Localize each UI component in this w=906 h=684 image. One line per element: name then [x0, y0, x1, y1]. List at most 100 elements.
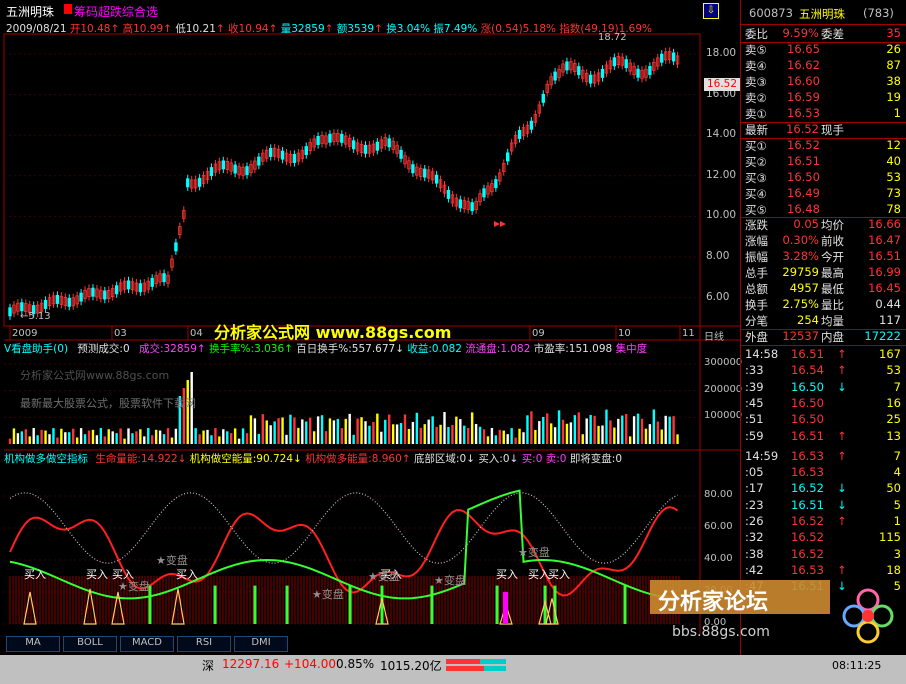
- tick-price: 16.54: [791, 363, 824, 378]
- order-row[interactable]: 卖② 16.59 19: [741, 90, 906, 106]
- tick-volume: 13: [886, 428, 901, 443]
- weibi-label: 委比: [745, 27, 768, 41]
- tab-ma[interactable]: MA: [6, 636, 60, 652]
- price-tick-label: 14.00: [706, 128, 737, 141]
- quote-code: 600873: [749, 6, 793, 20]
- order-volume: 53: [886, 170, 901, 184]
- change-signal-text: 变盘: [165, 554, 188, 567]
- tick-direction: ↑: [837, 428, 847, 443]
- stat-value-2: 0.44: [875, 297, 901, 311]
- tab-dmi[interactable]: DMI: [234, 636, 288, 652]
- tick-price: 16.52: [791, 514, 824, 528]
- order-price: 16.50: [787, 170, 820, 184]
- flower-logo-icon: [842, 588, 894, 644]
- tick-volume: 25: [886, 412, 901, 427]
- order-label: 买④: [745, 187, 767, 201]
- indicator-bottom: 底部区域:0↓: [413, 453, 475, 465]
- star-icon: ★: [368, 570, 378, 583]
- stat-row: 总手 29759 最高 16.99: [741, 265, 906, 281]
- weibi-value: 9.59%: [782, 26, 819, 40]
- change-signal-label: ★变盘: [518, 544, 550, 560]
- tick-row: :05 16.53 4: [741, 465, 906, 481]
- quote-panel: 600873 五洲明珠 (783) 委比 9.59% 委差 35 卖⑤ 16.65…: [740, 0, 906, 660]
- change-signal-text: 变盘: [377, 570, 400, 583]
- order-row[interactable]: 买② 16.51 40: [741, 154, 906, 170]
- tick-row: :33 16.54 ↑ 53: [741, 363, 906, 379]
- tab-macd[interactable]: MACD: [120, 636, 174, 652]
- tick-price: 16.52: [791, 546, 824, 561]
- price-tick-label: 12.00: [706, 168, 737, 181]
- stat-row: 振幅 3.28% 今开 16.51: [741, 249, 906, 265]
- order-row[interactable]: 卖⑤ 16.65 26: [741, 42, 906, 58]
- order-row[interactable]: 买① 16.52 12: [741, 138, 906, 154]
- star-icon: ★: [434, 574, 444, 587]
- weibi-row: 委比 9.59% 委差 35: [741, 26, 906, 42]
- order-row[interactable]: 卖④ 16.62 87: [741, 58, 906, 74]
- order-label: 买②: [745, 155, 767, 169]
- stat-value: 0.05: [793, 217, 819, 231]
- order-row[interactable]: 卖① 16.53 1: [741, 106, 906, 122]
- order-row[interactable]: 买⑤ 16.48 78: [741, 202, 906, 218]
- order-volume: 19: [886, 90, 901, 104]
- stat-label: 总手: [745, 266, 768, 280]
- volume-concentration: 集中度: [615, 343, 648, 355]
- volume-predict: 预测成交:0: [77, 343, 130, 355]
- market-breadth-bar: [446, 659, 506, 671]
- order-price: 16.49: [787, 186, 820, 200]
- tick-price: 16.52: [791, 481, 824, 496]
- separator: [741, 345, 906, 346]
- stat-label: 换手: [745, 298, 768, 312]
- market-amount: 1015.20亿: [380, 659, 442, 673]
- market-change: +104.00: [284, 657, 337, 671]
- market-index: 12297.16: [222, 657, 280, 671]
- stat-value-2: 16.99: [868, 265, 901, 279]
- volume-float: 流通盘:1.082: [465, 343, 531, 355]
- volume-pe: 市盈率:151.098: [533, 343, 613, 355]
- outer-label: 外盘: [745, 330, 768, 344]
- tick-time: :33: [745, 363, 764, 378]
- change-signal-label: ★变盘: [434, 572, 466, 588]
- indicator-panel-header: 机构做多做空指标 生命量能:14.922↓ 机构做空能量:90.724↓ 机构做…: [4, 451, 622, 466]
- tick-time: 14:59: [745, 448, 779, 463]
- forum-banner[interactable]: 分析家论坛 bbs.88gs.com: [650, 578, 900, 658]
- tab-rsi[interactable]: RSI: [177, 636, 231, 652]
- order-row[interactable]: 买④ 16.49 73: [741, 186, 906, 202]
- stat-label: 分笔: [745, 314, 768, 328]
- indicator-series: [9, 489, 680, 625]
- indicator-title[interactable]: 机构做多做空指标: [4, 453, 88, 465]
- order-label: 买①: [745, 139, 767, 153]
- order-volume: 78: [886, 202, 901, 216]
- order-row[interactable]: 卖③ 16.60 38: [741, 74, 906, 90]
- tick-volume: 167: [879, 347, 901, 361]
- tick-row: :51 16.50 25: [741, 412, 906, 428]
- tick-volume: 18: [886, 562, 901, 577]
- tick-direction: ↓: [837, 379, 847, 394]
- tick-volume: 7: [893, 448, 901, 463]
- indicator-long: 机构做多能量:8.960↑: [305, 453, 411, 465]
- forum-url: bbs.88gs.com: [672, 624, 770, 640]
- tick-volume: 1: [893, 514, 901, 528]
- order-price: 16.62: [787, 58, 820, 72]
- weicha-label: 委差: [821, 27, 844, 41]
- star-icon: ★: [518, 546, 528, 559]
- current-hand-label: 现手: [821, 123, 844, 137]
- volume-panel-title[interactable]: V看盘助手(0): [4, 343, 68, 355]
- tick-price: 16.50: [791, 395, 824, 410]
- tick-price: 16.53: [791, 465, 824, 480]
- tick-price: 16.53: [791, 562, 824, 577]
- clock: 08:11:25: [832, 659, 882, 672]
- tick-price: 16.51: [791, 347, 824, 361]
- tick-volume: 4: [893, 465, 901, 480]
- tab-boll[interactable]: BOLL: [63, 636, 117, 652]
- order-row[interactable]: 买③ 16.50 53: [741, 170, 906, 186]
- latest-label: 最新: [745, 123, 768, 137]
- stat-label-2: 今开: [821, 250, 844, 264]
- stat-label: 总额: [745, 282, 768, 296]
- order-price: 16.65: [787, 42, 820, 56]
- tick-row: :23 16.51 ↓ 5: [741, 498, 906, 514]
- change-signal-text: 变盘: [527, 546, 550, 559]
- order-label: 卖③: [745, 75, 767, 89]
- volume-tick-label: 200000: [704, 383, 743, 395]
- candlestick-series: [8, 47, 680, 320]
- tick-direction: ↑: [837, 514, 847, 528]
